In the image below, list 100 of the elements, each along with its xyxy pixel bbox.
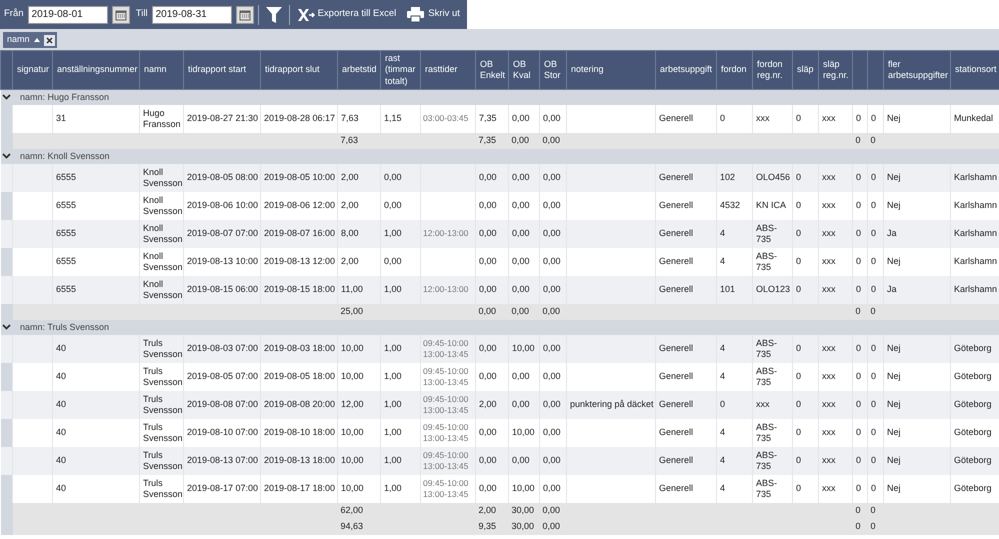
- table-cell: 0: [868, 362, 884, 390]
- calendar-button[interactable]: [112, 6, 130, 24]
- column-header[interactable]: fler arbetsuppgifter: [884, 50, 950, 90]
- table-cell: 2,00: [476, 502, 508, 518]
- table-cell: 4: [716, 362, 752, 390]
- column-header[interactable]: OB Stor: [540, 50, 566, 90]
- table-cell: 0: [792, 334, 818, 362]
- table-cell: Karlshamn: [950, 164, 999, 192]
- table-cell: 0: [868, 192, 884, 220]
- table-cell: 0: [852, 446, 868, 474]
- table-cell: 0: [852, 474, 868, 502]
- column-header[interactable]: tidrapport slut: [260, 50, 338, 90]
- printer-icon: [406, 6, 426, 23]
- table-cell: 9,35: [476, 518, 508, 534]
- table-cell: xxx: [818, 164, 852, 192]
- table-cell: Generell: [656, 104, 716, 132]
- table-cell: 4: [716, 220, 752, 248]
- table-cell: xxx: [818, 362, 852, 390]
- remove-group-button[interactable]: [44, 34, 55, 46]
- table-cell: 0: [792, 164, 818, 192]
- table-cell: Generell: [656, 276, 716, 304]
- column-header[interactable]: namn: [140, 50, 184, 90]
- table-cell: Generell: [656, 164, 716, 192]
- table-cell: 0,00: [508, 104, 540, 132]
- table-cell: 0: [868, 220, 884, 248]
- table-cell: 1,00: [380, 474, 420, 502]
- table-cell: 0,00: [476, 164, 508, 192]
- table-cell: Nej: [884, 446, 950, 474]
- export-icon: [296, 6, 315, 22]
- table-cell: 03:00-03:45: [420, 104, 476, 132]
- column-header[interactable]: rasttider: [420, 50, 476, 90]
- column-header[interactable]: arbetstid: [338, 50, 380, 90]
- group-header[interactable]: namn: Hugo Fransson: [16, 92, 110, 102]
- column-header[interactable]: fordon: [716, 50, 752, 90]
- table-cell: 101: [716, 276, 752, 304]
- group-header[interactable]: namn: Knoll Svensson: [16, 150, 110, 161]
- table-cell: 0,00: [540, 164, 566, 192]
- chevron-down-icon: [2, 152, 11, 160]
- group-header[interactable]: namn: Truls Svensson: [16, 322, 110, 332]
- table-cell: 0: [792, 192, 818, 220]
- table-cell: Nej: [884, 104, 950, 132]
- table-cell: OLO456: [752, 164, 792, 192]
- column-header[interactable]: rast (timmar totalt): [380, 50, 420, 90]
- table-cell: 0,00: [508, 248, 540, 276]
- table-cell: 0,00: [540, 502, 566, 518]
- table-cell: 0,00: [540, 276, 566, 304]
- table-cell: Generell: [656, 334, 716, 362]
- table-cell: 1,00: [380, 390, 420, 418]
- group-chip[interactable]: namn: [3, 32, 57, 48]
- table-cell: Göteborg: [950, 390, 999, 418]
- column-header[interactable]: släp: [792, 50, 818, 90]
- print-button[interactable]: Skriv ut: [403, 6, 463, 23]
- table-cell: Truls Svensson: [140, 334, 184, 362]
- table-cell: 0,00: [540, 334, 566, 362]
- table-cell: 0: [792, 220, 818, 248]
- table-cell: 0,00: [508, 164, 540, 192]
- table-cell: Generell: [656, 220, 716, 248]
- column-header[interactable]: fordon reg.nr.: [752, 50, 792, 90]
- table-cell: 2019-08-15 06:00: [184, 276, 260, 304]
- table-cell: 2019-08-05 10:00: [260, 164, 338, 192]
- column-header[interactable]: signatur: [12, 50, 52, 90]
- table-cell: 0: [868, 418, 884, 446]
- table-cell: Knoll Svensson: [140, 192, 184, 220]
- column-header[interactable]: anställningsnummer: [52, 50, 140, 90]
- column-header[interactable]: notering: [566, 50, 656, 90]
- table-cell: 0,00: [476, 474, 508, 502]
- table-cell: 0: [792, 362, 818, 390]
- column-header[interactable]: OB Enkelt: [476, 50, 508, 90]
- table-cell: 0,00: [476, 220, 508, 248]
- table-cell: 0,00: [476, 304, 508, 320]
- table-cell: 0,00: [540, 518, 566, 534]
- table-cell: 2019-08-05 18:00: [260, 362, 338, 390]
- table-cell: xxx: [752, 104, 792, 132]
- calendar-button[interactable]: [236, 6, 254, 24]
- export-button[interactable]: Exportera till Excel: [294, 6, 400, 22]
- table-cell: xxx: [818, 446, 852, 474]
- table-cell: 1,00: [380, 220, 420, 248]
- column-header[interactable]: OB Kval: [508, 50, 540, 90]
- from-date-field[interactable]: 2019-08-01: [28, 6, 108, 24]
- table-cell: 0: [792, 248, 818, 276]
- table-cell: ABS-735: [752, 362, 792, 390]
- table-cell: 09:45-10:00 13:00-13:45: [420, 334, 476, 362]
- table-cell: 0: [852, 390, 868, 418]
- to-date-field[interactable]: 2019-08-31: [152, 6, 232, 24]
- table-cell: 0: [868, 104, 884, 132]
- table-cell: Karlshamn: [950, 248, 999, 276]
- table-cell: 2019-08-13 10:00: [184, 248, 260, 276]
- from-label: Från: [4, 7, 24, 22]
- table-cell: 2019-08-13 12:00: [260, 248, 338, 276]
- column-header[interactable]: arbetsuppgift: [656, 50, 716, 90]
- table-cell: Knoll Svensson: [140, 164, 184, 192]
- column-header[interactable]: släp reg.nr.: [818, 50, 852, 90]
- column-header[interactable]: stationsort: [950, 50, 999, 90]
- table-cell: 12:00-13:00: [420, 276, 476, 304]
- table-cell: Generell: [656, 362, 716, 390]
- close-icon: [44, 36, 54, 45]
- column-header[interactable]: tidrapport start: [184, 50, 260, 90]
- table-cell: punktering på däcket: [566, 390, 656, 418]
- table-cell: Generell: [656, 248, 716, 276]
- table-cell: 2019-08-06 10:00: [184, 192, 260, 220]
